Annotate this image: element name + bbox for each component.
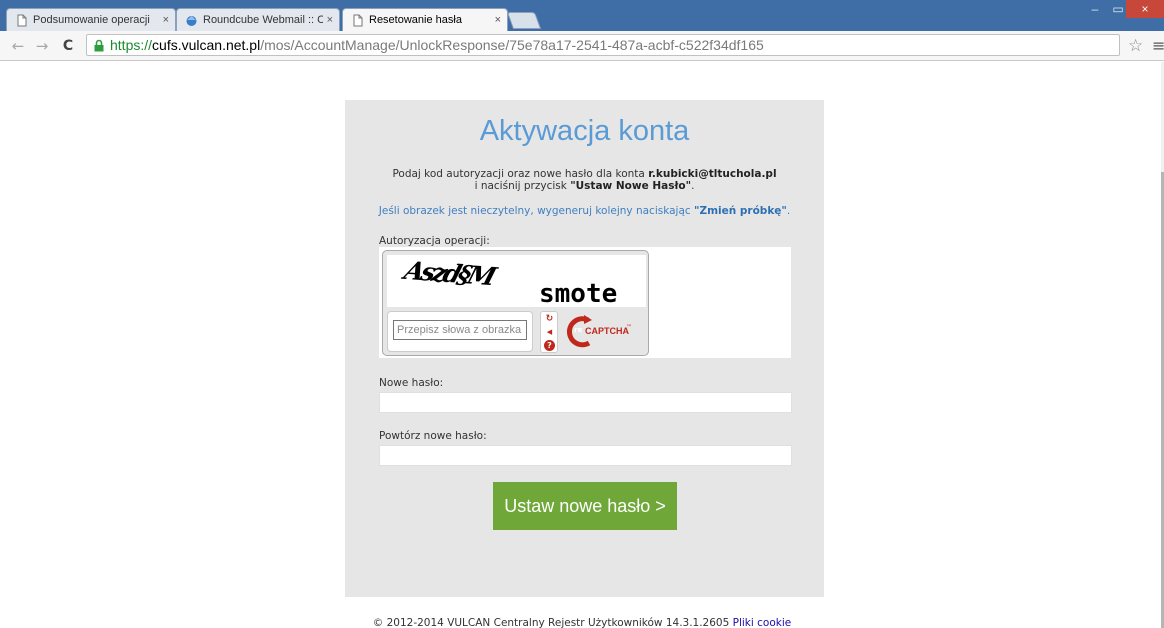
help-icon[interactable]: ? [544,340,555,351]
repeat-password-input[interactable] [379,445,792,466]
window-close-button[interactable]: × [1126,0,1164,18]
recaptcha-logo-re: re [574,326,583,334]
captcha-buttons: ↻ ◀ ? [540,311,558,353]
tab-resetowanie[interactable]: Resetowanie hasła × [342,8,508,31]
new-tab-button[interactable] [506,12,542,29]
recaptcha-logo: re CAPTCHA ™ [564,311,646,353]
tab-roundcube[interactable]: Roundcube Webmail :: Ce × [176,8,340,31]
instruction-period: . [691,180,695,192]
tab-label: Podsumowanie operacji [33,14,150,26]
close-icon[interactable]: × [327,14,333,26]
audio-icon[interactable]: ◀ [544,327,555,338]
captcha-input[interactable] [393,320,527,340]
tab-label: Resetowanie hasła [369,14,462,26]
url-host: cufs.vulcan.net.pl [152,37,261,53]
captcha-response-box [387,311,533,352]
captcha-label: Autoryzacja operacji: [379,235,490,247]
hint-period: . [786,205,791,217]
roundcube-icon [186,15,197,26]
change-sample-link[interactable]: "Zmień próbkę" [694,205,787,217]
maximize-button[interactable]: ▭ [1108,0,1128,18]
repeat-password-label: Powtórz nowe hasło: [379,430,487,442]
tab-podsumowanie[interactable]: Podsumowanie operacji × [6,8,176,31]
instruction-text: Podaj kod autoryzacji oraz nowe hasło dl… [345,168,824,192]
instruction-line2: i naciśnij przycisk [474,180,571,192]
reload-icon[interactable]: C [58,38,78,54]
lock-icon [94,39,104,51]
page-title: Aktywacja konta [479,115,690,147]
close-icon[interactable]: × [163,14,169,26]
menu-icon[interactable]: ≡ [1152,36,1164,55]
button-name-ref: "Ustaw Nowe Hasło" [570,180,692,192]
url-path: /mos/AccountManage/UnlockResponse/75e78a… [260,37,764,53]
url-scheme: https:// [110,37,153,53]
close-icon[interactable]: × [495,14,501,26]
captcha-word-1: Aszd§M [401,256,497,291]
recaptcha-widget: Aszd§M smote ↻ ◀ ? re CAPTCHA ™ [382,250,649,356]
forward-arrow-icon[interactable]: → [32,37,52,55]
refresh-icon[interactable]: ↻ [544,314,555,325]
captcha-hint: Jeśli obrazek jest nieczytelny, wygeneru… [345,205,824,217]
minimize-button[interactable]: – [1082,0,1108,18]
cookie-link[interactable]: Pliki cookie [733,617,792,628]
new-password-input[interactable] [379,392,792,413]
captcha-word-2: smote [539,279,618,309]
instruction-line1: Podaj kod autoryzacji oraz nowe hasło dl… [392,168,649,180]
bookmark-star-icon[interactable]: ☆ [1128,36,1143,56]
browser-toolbar: ← → C https://cufs.vulcan.net.pl/mos/Acc… [0,31,1164,61]
address-bar[interactable]: https://cufs.vulcan.net.pl/mos/AccountMa… [86,34,1120,56]
page-viewport: Aktywacja konta Podaj kod autoryzacji or… [0,62,1164,628]
hint-text: Jeśli obrazek jest nieczytelny, wygeneru… [378,205,695,217]
recaptcha-logo-text: CAPTCHA [585,326,629,336]
new-password-label: Nowe hasło: [379,377,444,389]
tab-label: Roundcube Webmail :: Ce [203,14,323,26]
footer-text: © 2012-2014 VULCAN Centralny Rejestr Uży… [372,617,733,628]
recaptcha-logo-tm: ™ [626,324,632,331]
captcha-image: Aszd§M smote [387,255,646,309]
footer: © 2012-2014 VULCAN Centralny Rejestr Uży… [0,617,1164,628]
account-email: r.kubicki@tltuchola.pl [648,168,777,180]
activation-card: Aktywacja konta Podaj kod autoryzacji or… [345,100,824,597]
back-arrow-icon[interactable]: ← [8,37,28,55]
document-icon [353,14,363,26]
set-password-button[interactable]: Ustaw nowe hasło > [493,482,677,530]
document-icon [17,14,27,26]
tab-strip: Podsumowanie operacji × Roundcube Webmai… [0,0,1164,31]
